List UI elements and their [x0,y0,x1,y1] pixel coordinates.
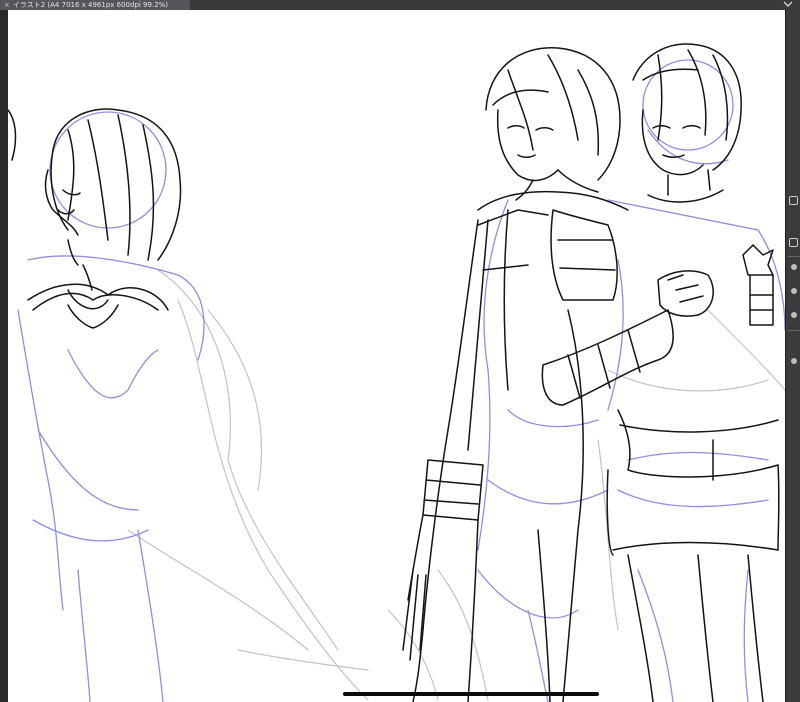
sketch-artwork [8,43,785,702]
eye-icon[interactable] [791,312,797,318]
left-toolbar-edge [0,10,8,702]
home-indicator[interactable] [343,692,599,696]
app-window: × イラスト2 (A4 7016 x 4961px 600dpi 99.2%) [0,0,800,702]
close-tab-icon[interactable]: × [4,1,10,9]
chevron-down-icon[interactable] [782,0,794,9]
square-icon[interactable] [789,196,798,205]
right-side-panel [785,10,800,702]
drawing-canvas[interactable] [8,10,785,702]
eye-icon[interactable] [791,288,797,294]
divider [788,256,800,257]
divider [788,330,800,331]
document-title: イラスト2 (A4 7016 x 4961px 600dpi 99.2%) [12,1,169,9]
eye-icon[interactable] [791,264,797,270]
document-tab[interactable]: × イラスト2 (A4 7016 x 4961px 600dpi 99.2%) [0,0,190,10]
eye-icon[interactable] [791,358,797,364]
square-icon[interactable] [789,238,798,247]
